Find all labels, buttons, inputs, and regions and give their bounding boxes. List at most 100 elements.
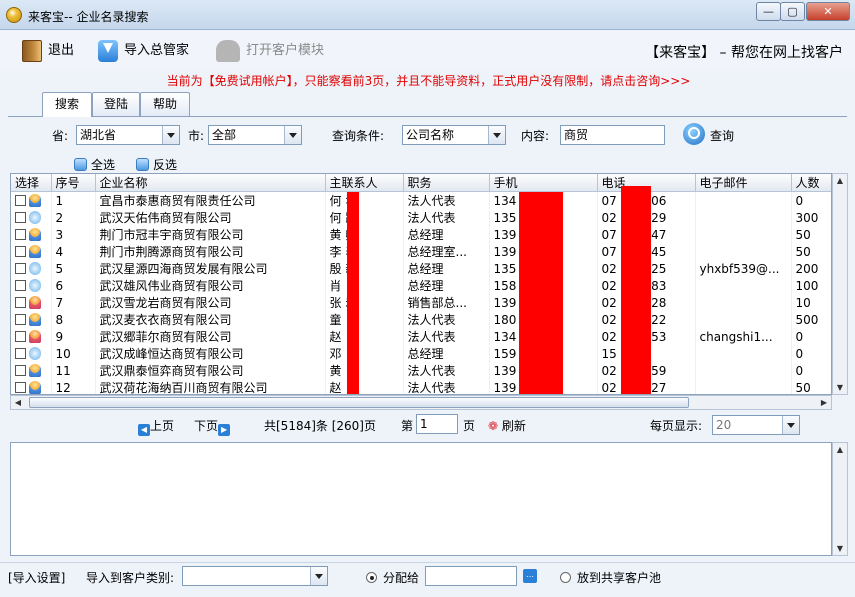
- contact-name: 童: [325, 311, 404, 328]
- import-settings-label: [导入设置]: [8, 571, 66, 585]
- detail-panel[interactable]: [10, 442, 832, 556]
- scroll-down-icon[interactable]: ▼: [833, 542, 847, 555]
- select-cell[interactable]: [11, 362, 52, 379]
- contact-name: 黄 卿: [325, 226, 404, 243]
- job-title: 法人代表: [403, 379, 490, 394]
- select-all-button[interactable]: 全选: [74, 156, 115, 173]
- scroll-right-icon[interactable]: ▶: [817, 396, 831, 409]
- grid-vertical-scrollbar[interactable]: ▲ ▼: [832, 173, 848, 395]
- row-checkbox[interactable]: [15, 211, 26, 223]
- email: [695, 311, 792, 328]
- scroll-down-icon[interactable]: ▼: [833, 381, 847, 394]
- row-checkbox[interactable]: [15, 228, 26, 240]
- table-row[interactable]: 8武汉麦衣衣商贸有限公司童法人代表180 8102 563022500: [11, 311, 831, 328]
- exit-button[interactable]: 退出: [22, 39, 74, 63]
- table-row[interactable]: 3荆门市冠丰宇商贸有限公司黄 卿总经理139 7607 21134750: [11, 226, 831, 243]
- city-select[interactable]: 全部: [208, 125, 302, 145]
- email: [695, 243, 792, 260]
- select-cell[interactable]: [11, 345, 52, 362]
- import-manager-button[interactable]: 导入总管家: [98, 39, 189, 63]
- scroll-thumb[interactable]: [29, 397, 689, 408]
- per-page-value: 20: [716, 418, 732, 432]
- tab-search[interactable]: 搜索: [42, 92, 92, 117]
- row-checkbox[interactable]: [15, 313, 26, 325]
- shared-pool-radio[interactable]: 放到共享客户池: [560, 569, 661, 586]
- prev-page-button[interactable]: ◀ 上页: [138, 417, 174, 436]
- headcount: 50: [791, 243, 831, 260]
- table-row[interactable]: 2武汉天佑伟商贸有限公司何 路法人代表135 8302 119329300: [11, 209, 831, 226]
- select-cell[interactable]: [11, 328, 52, 345]
- table-row[interactable]: 12武汉荷花海纳百川商贸有限公司赵 良法人代表139 9802 37652750: [11, 379, 831, 394]
- scroll-up-icon[interactable]: ▲: [833, 174, 847, 187]
- table-row[interactable]: 9武汉郷菲尔商贸有限公司赵法人代表134 0302 740353changshi…: [11, 328, 831, 345]
- more-icon[interactable]: …: [523, 569, 537, 583]
- row-checkbox[interactable]: [15, 279, 26, 291]
- select-cell[interactable]: [11, 277, 52, 294]
- col-header-count[interactable]: 人数: [791, 174, 831, 192]
- close-button[interactable]: ✕: [806, 2, 850, 21]
- tab-help[interactable]: 帮助: [140, 92, 190, 116]
- tab-login[interactable]: 登陆: [92, 92, 140, 116]
- col-header-contact[interactable]: 主联系人: [325, 174, 404, 192]
- refresh-button[interactable]: ❁ 刷新: [488, 417, 526, 434]
- select-cell[interactable]: [11, 209, 52, 226]
- page-number-input[interactable]: 1: [416, 414, 458, 434]
- select-cell[interactable]: [11, 260, 52, 277]
- col-header-email[interactable]: 电子邮件: [695, 174, 792, 192]
- next-page-button[interactable]: 下页 ▶: [194, 417, 231, 436]
- headcount: 500: [791, 311, 831, 328]
- col-header-no[interactable]: 序号: [51, 174, 96, 192]
- row-checkbox[interactable]: [15, 381, 26, 393]
- select-cell[interactable]: [11, 379, 52, 394]
- row-no: 6: [51, 277, 96, 294]
- headcount: 0: [791, 345, 831, 362]
- col-header-select[interactable]: 选择: [11, 174, 52, 192]
- scroll-left-icon[interactable]: ◀: [11, 396, 25, 409]
- row-checkbox[interactable]: [15, 262, 26, 274]
- select-cell[interactable]: [11, 294, 52, 311]
- table-row[interactable]: 5武汉星源四海商贸发展有限公司殷 新总经理135 2302 158925yhxb…: [11, 260, 831, 277]
- contact-name: 邓: [325, 345, 404, 362]
- assign-to-input[interactable]: [425, 566, 517, 586]
- row-checkbox[interactable]: [15, 364, 26, 376]
- open-customer-module-button[interactable]: 打开客户模块: [216, 39, 324, 63]
- row-checkbox[interactable]: [15, 296, 26, 308]
- results-grid[interactable]: 选择 序号 企业名称 主联系人 职务 手机 电话 电子邮件 人数 1 宜昌市泰惠商…: [10, 173, 832, 395]
- search-button[interactable]: 查询: [710, 127, 734, 144]
- assign-radio[interactable]: 分配给: [366, 569, 419, 586]
- row-checkbox[interactable]: [15, 347, 26, 359]
- window-title: 来客宝-- 企业名录搜索: [28, 10, 149, 24]
- select-cell[interactable]: [11, 226, 52, 243]
- minimize-button[interactable]: —: [756, 2, 781, 21]
- table-row[interactable]: 1宜昌市泰惠商贸有限责任公司何 华法人代表134 2307 2821060: [11, 191, 831, 209]
- table-row[interactable]: 11武汉鼎泰恒弈商贸有限公司黄法人代表139 5502 3855590: [11, 362, 831, 379]
- table-row[interactable]: 6武汉雄风伟业商贸有限公司肖总经理158 0202 252183100: [11, 277, 831, 294]
- col-header-title[interactable]: 职务: [403, 174, 490, 192]
- headcount: 10: [791, 294, 831, 311]
- row-checkbox[interactable]: [15, 194, 26, 206]
- select-cell[interactable]: [11, 191, 52, 209]
- row-checkbox[interactable]: [15, 330, 26, 342]
- select-cell[interactable]: [11, 243, 52, 260]
- trial-notice-link[interactable]: 当前为【免费试用帐户】，只能察看前3页，并且不能导资料，正式用户没有限制，请点击…: [0, 72, 855, 89]
- maximize-button[interactable]: ▢: [780, 2, 805, 21]
- search-icon[interactable]: [683, 123, 705, 145]
- invert-select-button[interactable]: 反选: [136, 156, 177, 173]
- table-row[interactable]: 10 武汉成峰恒达商贸有限公司邓总经理 159 82 15 93 0: [11, 345, 831, 362]
- col-header-mobile[interactable]: 手机: [489, 174, 598, 192]
- table-row[interactable]: 4荆门市荆腾源商贸有限公司李 表总经理室...139 6807 21984550: [11, 243, 831, 260]
- province-select[interactable]: 湖北省: [76, 125, 180, 145]
- content-input[interactable]: 商贸: [560, 125, 665, 145]
- scroll-up-icon[interactable]: ▲: [833, 443, 847, 456]
- table-row[interactable]: 7武汉雪龙岩商贸有限公司张 岩销售部总...139 1402 01052810: [11, 294, 831, 311]
- condition-select[interactable]: 公司名称: [402, 125, 506, 145]
- select-cell[interactable]: [11, 311, 52, 328]
- detail-scrollbar[interactable]: ▲ ▼: [832, 442, 848, 556]
- per-page-select[interactable]: 20: [712, 415, 800, 435]
- condition-value: 公司名称: [406, 128, 455, 142]
- customer-category-select[interactable]: [182, 566, 328, 586]
- headcount: 0: [791, 328, 831, 345]
- grid-horizontal-scrollbar[interactable]: ◀ ▶: [10, 395, 832, 410]
- row-checkbox[interactable]: [15, 245, 26, 257]
- col-header-company[interactable]: 企业名称: [95, 174, 326, 192]
